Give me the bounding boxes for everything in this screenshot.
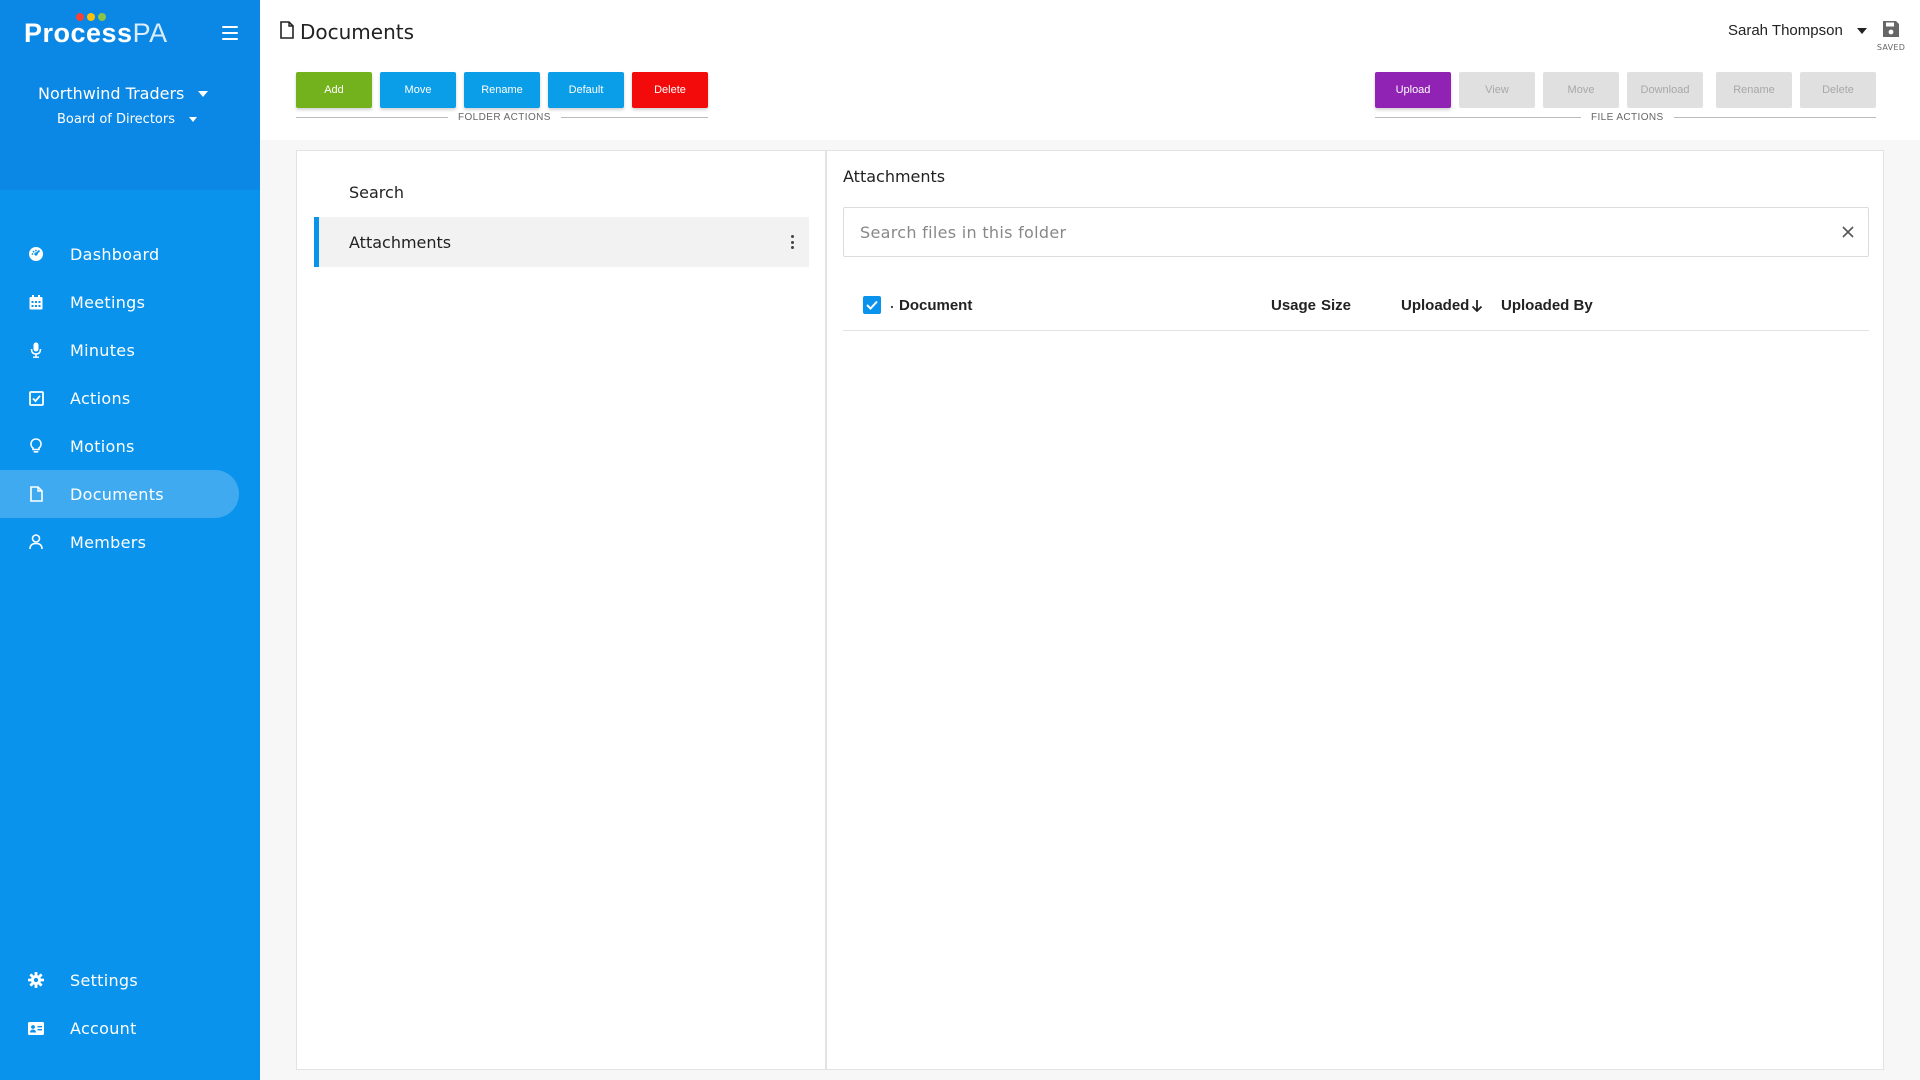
hamburger-line	[222, 32, 238, 34]
folder-label: Attachments	[349, 232, 452, 252]
page-title: Documents	[280, 20, 414, 44]
column-uploaded[interactable]: Uploaded	[1401, 297, 1483, 314]
rename-folder-button[interactable]: Rename	[464, 72, 540, 108]
caret-down-icon	[1856, 27, 1867, 34]
id-card-icon	[28, 1020, 44, 1036]
save-icon	[1883, 21, 1899, 37]
document-icon	[280, 20, 294, 44]
folder-search-item[interactable]: Search	[349, 183, 404, 202]
column-size[interactable]: Size	[1321, 297, 1351, 314]
delete-file-button[interactable]: Delete	[1800, 72, 1876, 108]
nav-label: Motions	[70, 436, 135, 456]
user-menu[interactable]: Sarah Thompson	[1728, 22, 1867, 39]
folder-actions-label: FOLDER ACTIONS	[448, 112, 561, 123]
bottom-nav: Settings Account	[0, 956, 260, 1052]
view-file-button[interactable]: View	[1459, 72, 1535, 108]
main-nav: Dashboard Meetings Minutes Actions Motio…	[0, 230, 260, 566]
move-folder-button[interactable]: Move	[380, 72, 456, 108]
nav-label: Meetings	[70, 292, 146, 312]
column-uploaded-by[interactable]: Uploaded By	[1501, 297, 1593, 314]
nav-item-dashboard[interactable]: Dashboard	[0, 230, 239, 278]
nav-item-minutes[interactable]: Minutes	[0, 326, 239, 374]
select-all-checkbox[interactable]	[863, 296, 881, 314]
nav-label: Account	[70, 1018, 137, 1038]
caret-down-icon	[198, 90, 209, 97]
file-search-box	[843, 207, 1869, 257]
gear-icon	[28, 972, 44, 988]
calendar-icon	[28, 294, 44, 310]
delete-folder-button[interactable]: Delete	[632, 72, 708, 108]
caret-down-icon	[189, 117, 197, 122]
nav-label: Settings	[70, 970, 139, 990]
add-folder-button[interactable]: Add	[296, 72, 372, 108]
logo-main: Process	[24, 18, 133, 48]
nav-item-meetings[interactable]: Meetings	[0, 278, 239, 326]
nav-item-actions[interactable]: Actions	[0, 374, 239, 422]
files-panel: Attachments . Document Usage Size Upload…	[826, 150, 1884, 1070]
sidebar: ProcessPA Northwind Traders Board of Dir…	[0, 0, 260, 1080]
document-icon	[28, 486, 44, 502]
more-vert-icon[interactable]	[791, 235, 795, 249]
nav-item-documents[interactable]: Documents	[0, 470, 239, 518]
file-search-input[interactable]	[844, 208, 1828, 256]
board-selector[interactable]: Board of Directors	[57, 112, 197, 127]
page-title-text: Documents	[300, 20, 415, 44]
check-square-icon	[28, 390, 44, 406]
org-selector[interactable]: Northwind Traders	[38, 84, 209, 103]
column-document[interactable]: Document	[899, 297, 972, 314]
arrow-down-icon	[1472, 299, 1483, 312]
kebab-dot	[791, 235, 794, 238]
rename-file-button[interactable]: Rename	[1716, 72, 1792, 108]
microphone-icon	[28, 342, 44, 358]
kebab-dot	[791, 246, 794, 249]
folder-panel: Search Attachments	[296, 150, 826, 1070]
dashboard-icon	[28, 246, 44, 262]
user-name: Sarah Thompson	[1728, 22, 1843, 39]
close-icon[interactable]	[1828, 212, 1868, 252]
nav-label: Dashboard	[70, 244, 160, 264]
column-uploaded-label: Uploaded	[1401, 297, 1470, 314]
upload-file-button[interactable]: Upload	[1375, 72, 1451, 108]
move-file-button[interactable]: Move	[1543, 72, 1619, 108]
files-table-header: . Document Usage Size Uploaded Uploaded …	[843, 281, 1869, 331]
nav-label: Members	[70, 532, 147, 552]
sidebar-header: ProcessPA Northwind Traders Board of Dir…	[0, 0, 260, 190]
kebab-dot	[791, 240, 794, 244]
default-folder-button[interactable]: Default	[548, 72, 624, 108]
folder-item-attachments[interactable]: Attachments	[314, 217, 809, 267]
saved-indicator: SAVED	[1876, 20, 1906, 52]
nav-item-members[interactable]: Members	[0, 518, 239, 566]
nav-label: Minutes	[70, 340, 136, 360]
check-icon	[866, 300, 878, 310]
board-name: Board of Directors	[57, 112, 175, 127]
column-separator: .	[890, 295, 894, 311]
nav-item-settings[interactable]: Settings	[0, 956, 239, 1004]
hamburger-icon	[222, 26, 238, 28]
app-logo[interactable]: ProcessPA	[24, 18, 168, 49]
download-file-button[interactable]: Download	[1627, 72, 1703, 108]
files-panel-title: Attachments	[843, 167, 946, 186]
menu-toggle-button[interactable]	[222, 26, 238, 40]
file-actions-label: FILE ACTIONS	[1581, 112, 1674, 123]
hamburger-line	[222, 38, 238, 40]
user-icon	[28, 534, 44, 550]
org-name: Northwind Traders	[38, 84, 185, 103]
nav-label: Documents	[70, 484, 164, 504]
nav-item-account[interactable]: Account	[0, 1004, 239, 1052]
saved-label: SAVED	[1876, 43, 1906, 52]
lightbulb-icon	[28, 438, 44, 454]
logo-suffix: PA	[132, 18, 168, 48]
column-usage[interactable]: Usage	[1271, 297, 1316, 314]
nav-label: Actions	[70, 388, 131, 408]
nav-item-motions[interactable]: Motions	[0, 422, 239, 470]
